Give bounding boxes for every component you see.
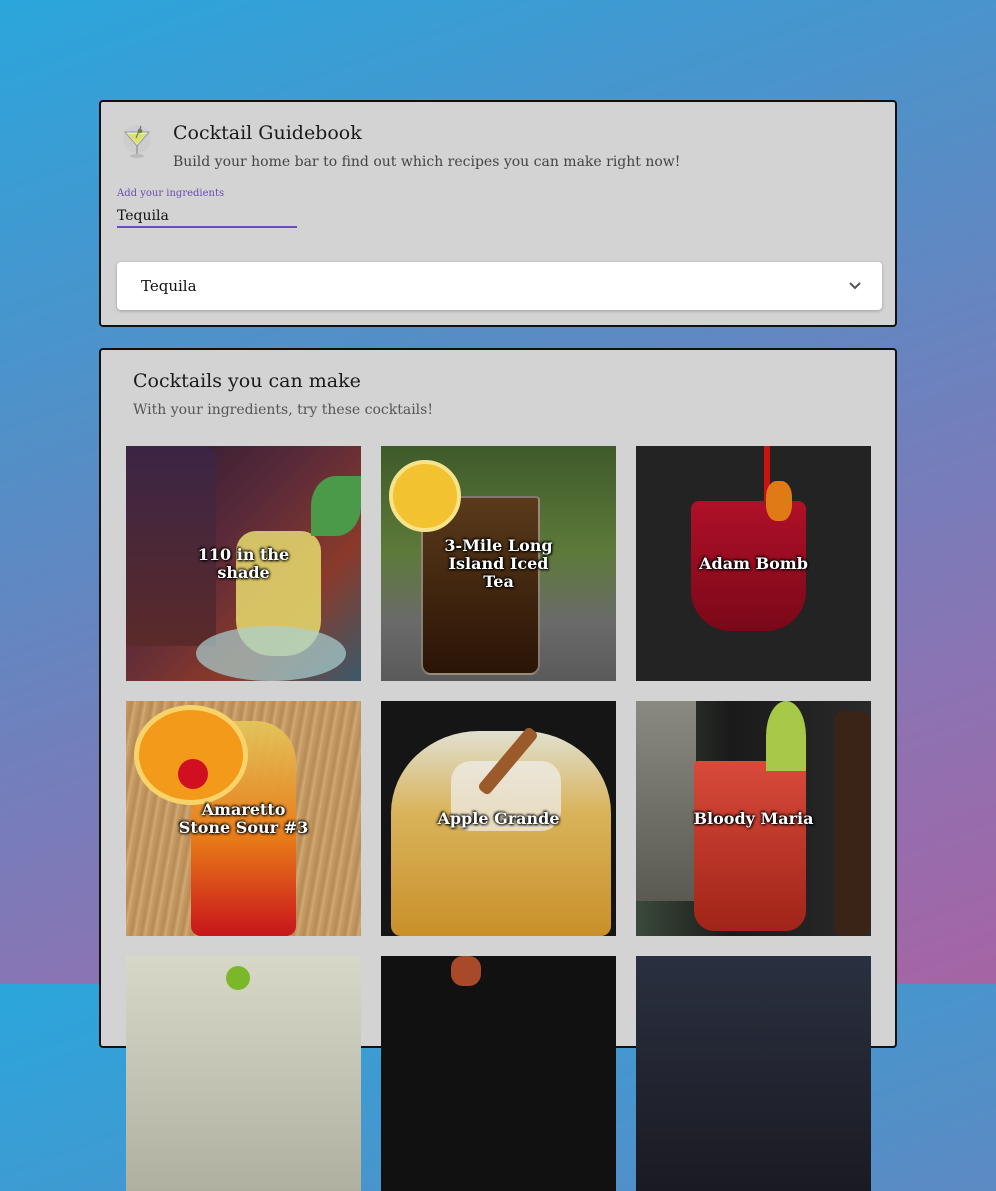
cocktail-tile[interactable]: 3-Mile Long Island Iced Tea	[381, 446, 616, 681]
cocktail-tile[interactable]: Amaretto Stone Sour #3	[126, 701, 361, 936]
ingredient-input-label: Add your ingredients	[117, 188, 225, 199]
cocktail-tile[interactable]	[126, 956, 361, 1191]
cocktail-list-card: Cocktails you can make With your ingredi…	[99, 348, 897, 1191]
cocktail-name: Bloody Maria	[693, 808, 814, 828]
app-subtitle: Build your home bar to find out which re…	[173, 154, 681, 170]
cocktail-list-subtitle: With your ingredients, try these cocktai…	[133, 402, 433, 418]
cocktail-name: Adam Bomb	[699, 553, 808, 573]
cocktail-tile[interactable]: Bloody Maria	[636, 701, 871, 936]
app-title: Cocktail Guidebook	[173, 122, 362, 144]
cocktail-tile[interactable]	[381, 956, 616, 1191]
martini-glass-icon	[123, 125, 151, 158]
chevron-down-icon[interactable]	[848, 278, 862, 292]
cocktail-list-title: Cocktails you can make	[133, 370, 361, 392]
cocktail-name: Apple Grande	[437, 808, 560, 828]
ingredient-selector[interactable]: Tequila	[117, 262, 882, 310]
cocktail-tile[interactable]	[636, 956, 871, 1191]
cocktail-name: 3-Mile Long Island Iced Tea	[444, 535, 553, 591]
cocktail-name: 110 in the shade	[197, 544, 290, 582]
selected-ingredient: Tequila	[141, 277, 197, 295]
ingredient-input[interactable]	[117, 206, 297, 228]
search-card: Cocktail Guidebook Build your home bar t…	[99, 100, 897, 327]
cocktail-name: Amaretto Stone Sour #3	[178, 799, 309, 837]
cocktail-tile[interactable]: Adam Bomb	[636, 446, 871, 681]
cocktail-tile[interactable]: Apple Grande	[381, 701, 616, 936]
cocktail-tile[interactable]: 110 in the shade	[126, 446, 361, 681]
